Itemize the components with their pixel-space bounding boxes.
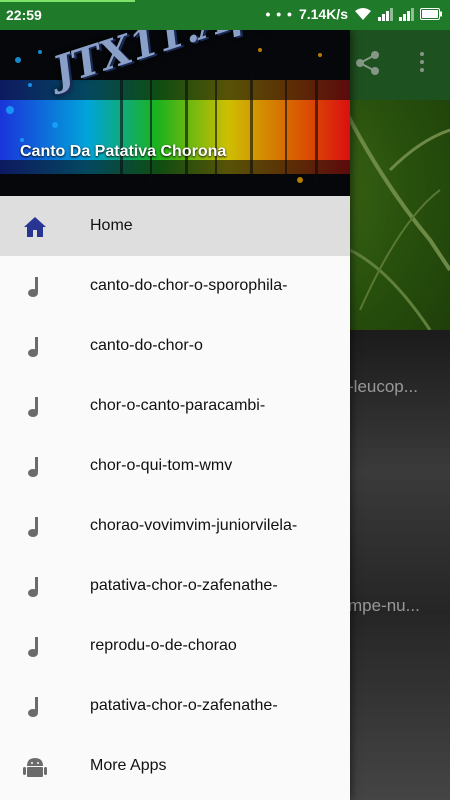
signal-icon bbox=[378, 7, 393, 21]
music-note-icon bbox=[28, 397, 38, 417]
menu-item-track[interactable]: chorao-vovimvim-juniorvilela- bbox=[0, 496, 350, 556]
menu-item-label: chor-o-canto-paracambi- bbox=[90, 397, 266, 414]
music-note-icon bbox=[28, 337, 38, 357]
status-progress-line bbox=[0, 0, 135, 2]
menu-item-track[interactable]: canto-do-chor-o-sporophila- bbox=[0, 256, 350, 316]
wifi-icon bbox=[355, 8, 371, 20]
music-note-icon bbox=[28, 577, 38, 597]
menu-item-label: patativa-chor-o-zafenathe- bbox=[90, 697, 278, 714]
menu-item-label: chor-o-qui-tom-wmv bbox=[90, 457, 233, 474]
music-note-icon bbox=[28, 697, 38, 717]
menu-item-more-apps[interactable]: More Apps bbox=[0, 736, 350, 796]
menu-item-track[interactable]: patativa-chor-o-zafenathe- bbox=[0, 676, 350, 736]
menu-item-label: Home bbox=[90, 217, 133, 234]
menu-item-track[interactable]: reprodu-o-de-chorao bbox=[0, 616, 350, 676]
android-icon bbox=[23, 758, 47, 777]
status-icons: • • • 7.14K/s bbox=[265, 6, 442, 22]
menu-item-track[interactable]: chor-o-canto-paracambi- bbox=[0, 376, 350, 436]
drawer-header: JTX11.Apps Canto Da Patativa Chorona bbox=[0, 30, 350, 196]
music-note-icon bbox=[28, 277, 38, 297]
menu-item-track[interactable]: canto-do-chor-o bbox=[0, 316, 350, 376]
network-speed: 7.14K/s bbox=[298, 6, 348, 22]
menu-item-label: More Apps bbox=[90, 757, 167, 774]
menu-item-label: canto-do-chor-o bbox=[90, 337, 203, 354]
music-note-icon bbox=[28, 517, 38, 537]
menu-item-track[interactable]: chor-o-qui-tom-wmv bbox=[0, 436, 350, 496]
menu-item-label: canto-do-chor-o-sporophila- bbox=[90, 277, 288, 294]
status-time: 22:59 bbox=[6, 7, 42, 23]
signal-icon-2 bbox=[399, 7, 414, 21]
notification-dots: • • • bbox=[265, 6, 293, 22]
menu-item-label: patativa-chor-o-zafenathe- bbox=[90, 577, 278, 594]
battery-icon bbox=[420, 8, 442, 20]
menu-item-label: chorao-vovimvim-juniorvilela- bbox=[90, 517, 298, 534]
status-bar: 22:59 • • • 7.14K/s bbox=[0, 0, 450, 30]
home-icon bbox=[24, 217, 46, 237]
navigation-drawer: JTX11.Apps Canto Da Patativa Chorona Hom… bbox=[0, 30, 350, 800]
menu-item-track[interactable]: patativa-chor-o-zafenathe- bbox=[0, 556, 350, 616]
music-note-icon bbox=[28, 457, 38, 477]
drawer-title: Canto Da Patativa Chorona bbox=[20, 143, 227, 160]
menu-item-label: reprodu-o-de-chorao bbox=[90, 637, 237, 654]
menu-item-home[interactable]: Home bbox=[0, 196, 350, 256]
music-note-icon bbox=[28, 637, 38, 657]
drawer-menu: Home canto-do-chor-o-sporophila- canto-d… bbox=[0, 196, 350, 796]
